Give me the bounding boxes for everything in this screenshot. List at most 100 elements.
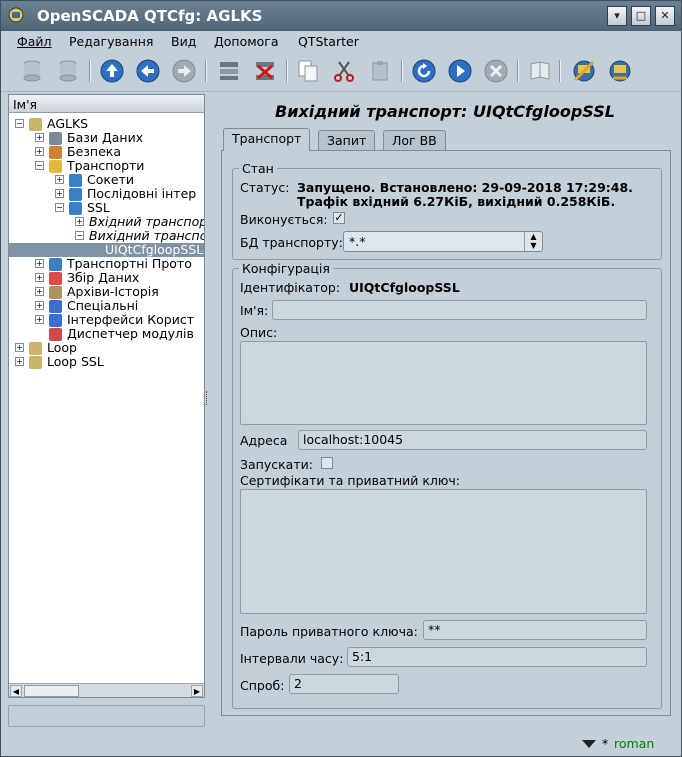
transport-db-select[interactable]: *.* ▲ ▼ <box>343 231 543 252</box>
title-bar[interactable]: OpenSCADA QTCfg: AGLKS ▾ □ ✕ <box>1 1 681 31</box>
private-key-password-field[interactable]: ** <box>423 620 647 640</box>
back-icon[interactable] <box>135 58 161 84</box>
tree-item[interactable]: + Транспортні Прото <box>9 257 204 271</box>
tree-item[interactable]: + Послідовні інтер <box>9 187 204 201</box>
tree-item[interactable]: Диспетчер модулів <box>9 327 204 341</box>
certificates-field[interactable] <box>240 489 647 614</box>
tab-io-log[interactable]: Лог ВВ <box>383 130 446 150</box>
tab-request[interactable]: Запит <box>318 130 376 150</box>
expand-icon[interactable]: + <box>55 189 64 198</box>
tree-item[interactable]: UIQtCfgloopSSL <box>9 243 204 257</box>
tree-item-label: Сокети <box>87 172 135 187</box>
tree-item[interactable]: + Збір Даних <box>9 271 204 285</box>
tree-horizontal-scrollbar[interactable]: ◀ ▶ <box>9 683 204 697</box>
tree-item[interactable]: + Спеціальні <box>9 299 204 313</box>
tree-item[interactable]: + Інтерфейси Корист <box>9 313 204 327</box>
tree-item[interactable]: + Архіви-Історія <box>9 285 204 299</box>
toolbar-separator <box>401 60 403 82</box>
station-icon-1[interactable] <box>571 58 597 84</box>
cut-icon[interactable] <box>331 58 357 84</box>
db-save-icon[interactable] <box>55 58 81 84</box>
manual-icon[interactable] <box>527 58 553 84</box>
menu-qtstarter[interactable]: QTStarter <box>298 34 359 49</box>
config-group-title: Конфігурація <box>239 261 333 276</box>
tab-transport[interactable]: Транспорт <box>223 128 311 151</box>
expand-icon[interactable]: + <box>75 217 84 226</box>
add-item-icon[interactable] <box>216 58 242 84</box>
expand-icon[interactable]: + <box>35 287 44 296</box>
menu-edit[interactable]: Редагування <box>69 34 153 49</box>
expand-icon[interactable]: + <box>35 147 44 156</box>
collapse-icon[interactable]: − <box>15 119 24 128</box>
address-field[interactable]: localhost:10045 <box>298 430 647 450</box>
user-prefix: * <box>602 736 609 751</box>
minimize-button[interactable]: ▾ <box>607 6 627 26</box>
main-window: OpenSCADA QTCfg: AGLKS ▾ □ ✕ Файл Редагу… <box>0 0 682 757</box>
refresh-icon[interactable] <box>411 58 437 84</box>
expand-icon[interactable]: + <box>15 343 24 352</box>
tree-item-label: Інтерфейси Корист <box>67 312 194 327</box>
copy-icon[interactable] <box>295 58 321 84</box>
id-value: UIQtCfgloopSSL <box>349 280 460 295</box>
tree-item[interactable]: + Loop SSL <box>9 355 204 369</box>
tree-item[interactable]: + Сокети <box>9 173 204 187</box>
expand-icon[interactable]: + <box>35 259 44 268</box>
attempts-field[interactable]: 2 <box>289 674 399 694</box>
protocol-icon <box>49 258 62 271</box>
stop-icon[interactable] <box>483 58 509 84</box>
current-user[interactable]: roman <box>614 736 654 751</box>
delete-item-icon[interactable] <box>252 58 278 84</box>
autostart-checkbox[interactable] <box>321 457 333 469</box>
close-button[interactable]: ✕ <box>655 6 675 26</box>
tree-item[interactable]: + Бази Даних <box>9 131 204 145</box>
navigation-tree[interactable]: − AGLKS + Бази Даних + Безпека − Транспорти + Сок… <box>9 113 204 681</box>
station-icon-2[interactable] <box>607 58 633 84</box>
tree-item[interactable]: + Безпека <box>9 145 204 159</box>
tree-item-label: Бази Даних <box>67 130 144 145</box>
expand-icon[interactable]: + <box>35 133 44 142</box>
running-checkbox[interactable]: ✓ <box>333 212 345 224</box>
dropdown-arrow-icon[interactable] <box>581 739 597 749</box>
name-field[interactable] <box>272 300 647 320</box>
forward-icon[interactable] <box>171 58 197 84</box>
tree-item[interactable]: − Транспорти <box>9 159 204 173</box>
tree-item-label: SSL <box>87 200 110 215</box>
collapse-icon[interactable]: − <box>55 203 64 212</box>
expand-icon[interactable]: + <box>35 315 44 324</box>
tree-item[interactable]: − Вихідний транспо <box>9 229 204 243</box>
scroll-left-icon[interactable]: ◀ <box>10 685 22 697</box>
start-icon[interactable] <box>447 58 473 84</box>
timings-field[interactable]: 5:1 <box>347 647 647 667</box>
expand-icon[interactable]: + <box>55 175 64 184</box>
tree-item[interactable]: − AGLKS <box>9 117 204 131</box>
tree-item-label: AGLKS <box>47 116 89 131</box>
tree-item[interactable]: + Вхідний транспор <box>9 215 204 229</box>
maximize-button[interactable]: □ <box>631 6 651 26</box>
up-icon[interactable] <box>99 58 125 84</box>
menu-file[interactable]: Файл <box>17 34 52 49</box>
openscada-app-icon <box>8 7 24 23</box>
expand-icon[interactable]: + <box>35 273 44 282</box>
scroll-right-icon[interactable]: ▶ <box>191 685 203 697</box>
paste-icon[interactable] <box>367 58 393 84</box>
transport-icon <box>49 160 62 173</box>
window-title: OpenSCADA QTCfg: AGLKS <box>37 7 263 25</box>
db-load-icon[interactable] <box>19 58 45 84</box>
state-group-title: Стан <box>239 161 277 176</box>
address-label: Адреса <box>240 433 288 448</box>
panel-splitter[interactable] <box>206 391 209 405</box>
collapse-icon[interactable]: − <box>35 161 44 170</box>
daq-icon <box>49 272 62 285</box>
menu-help[interactable]: Допомога <box>214 34 279 49</box>
expand-icon[interactable]: + <box>35 301 44 310</box>
scroll-thumb[interactable] <box>24 685 79 697</box>
expand-icon[interactable]: + <box>15 357 24 366</box>
collapse-icon[interactable]: − <box>75 231 84 240</box>
db-icon <box>49 132 62 145</box>
toolbar-separator <box>517 60 519 82</box>
menu-view[interactable]: Вид <box>171 34 196 49</box>
tree-item[interactable]: + Loop <box>9 341 204 355</box>
tree-item[interactable]: − SSL <box>9 201 204 215</box>
description-field[interactable] <box>240 341 647 425</box>
folder-icon <box>29 356 42 369</box>
